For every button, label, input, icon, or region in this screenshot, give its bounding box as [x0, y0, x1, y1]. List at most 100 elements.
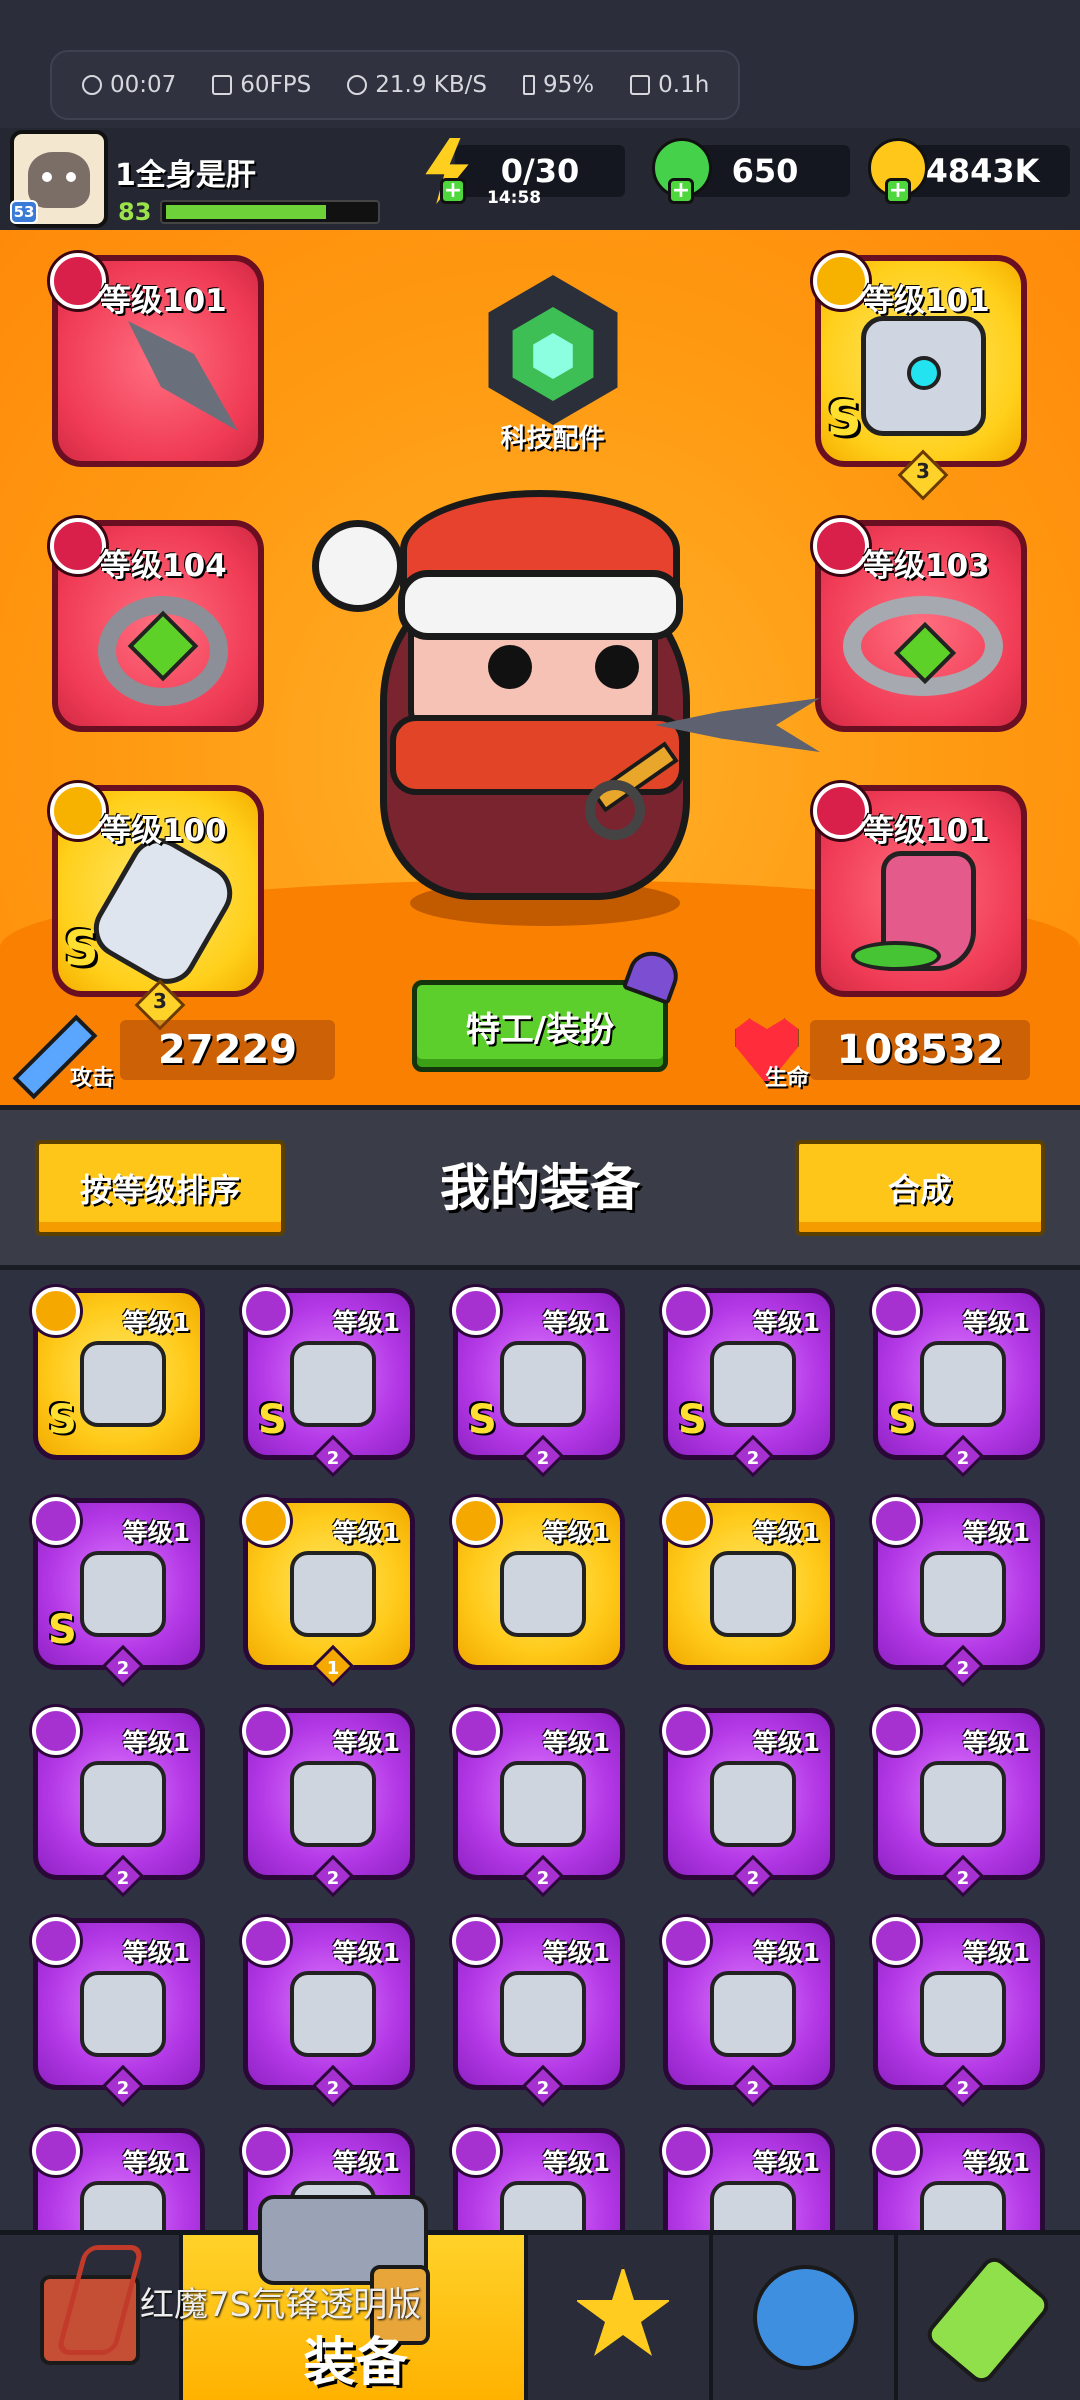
equipment-item[interactable]: 等级1 S 2 [32, 1497, 205, 1688]
merge-button[interactable]: 合成 [795, 1140, 1045, 1236]
item-level: 等级1 [122, 1308, 190, 1337]
item-category-icon [32, 1917, 80, 1965]
add-energy-button[interactable]: + [440, 178, 466, 204]
item-category-icon [452, 1707, 500, 1755]
equipment-item[interactable]: 等级1 [452, 1497, 625, 1670]
equipment-item[interactable]: 等级1 S 2 [452, 1287, 625, 1478]
equipment-item[interactable]: 等级1 2 [662, 1917, 835, 2108]
item-level: 等级1 [752, 2148, 820, 2177]
green-armor-icon [80, 1761, 166, 1847]
mech-armor-icon [80, 1341, 166, 1427]
equipment-grid[interactable]: 等级1 S 等级1 S 2 等级1 S 2 等级1 S 2 等级1 S 2 等级1 S 2 等级1 1 等级1 等级1 等… [0, 1270, 1080, 2230]
tech-armor-icon [920, 1761, 1006, 1847]
belt-icon [920, 1971, 1006, 2057]
item-category-icon [662, 2127, 710, 2175]
add-gold-button[interactable]: + [885, 178, 911, 204]
equipment-item[interactable]: 等级1 2 [872, 1497, 1045, 1688]
item-category-icon [32, 1497, 80, 1545]
equipment-item[interactable]: 等级1 S 2 [872, 1287, 1045, 1478]
item-category-icon [452, 1497, 500, 1545]
item-level: 等级1 [962, 1518, 1030, 1547]
glove-slot-level: 等级100 [100, 813, 227, 849]
weapon-category-icon [50, 253, 106, 309]
item-level: 等级1 [752, 1728, 820, 1757]
item-category-icon [872, 1497, 920, 1545]
equipment-item[interactable]: 等级1 [32, 2127, 205, 2230]
boots-icon [920, 1341, 1006, 1427]
item-category-icon [242, 1707, 290, 1755]
system-status-bar: 00:07 60FPS 21.9 KB/S 95% 0.1h [50, 50, 740, 120]
equipment-item[interactable]: 等级1 [872, 2127, 1045, 2230]
device-watermark: 红魔7S氘锋透明版 [140, 2285, 422, 2325]
belt-slot[interactable]: 等级103 [813, 518, 1027, 732]
equipment-item[interactable]: 等级1 2 [242, 1707, 415, 1898]
item-level: 等级1 [962, 1728, 1030, 1757]
equipment-item[interactable]: 等级1 2 [872, 1707, 1045, 1898]
sort-by-level-button[interactable]: 按等级排序 [35, 1140, 285, 1236]
ring-slot[interactable]: 等级104 [50, 518, 264, 732]
armor-slot-level: 等级101 [863, 283, 990, 319]
item-count: 2 [326, 1868, 340, 1889]
equipment-item[interactable]: 等级1 1 [242, 1497, 415, 1688]
boots-slot[interactable]: 等级101 [813, 783, 1027, 997]
item-count: 1 [326, 1658, 340, 1679]
add-gems-button[interactable]: + [668, 178, 694, 204]
duration-text: 0.1h [658, 72, 710, 98]
item-category-icon [662, 1497, 710, 1545]
boot-claw-icon [851, 941, 941, 971]
nav-tab-challenge[interactable] [528, 2235, 713, 2400]
agent-outfit-button[interactable]: 特工/装扮 [412, 980, 668, 1072]
equipment-item[interactable]: 等级1 2 [242, 1917, 415, 2108]
star-swords-icon [575, 2265, 671, 2356]
item-level: 等级1 [122, 1938, 190, 1967]
equipment-item[interactable]: 等级1 2 [872, 1917, 1045, 2108]
item-category-icon [242, 1917, 290, 1965]
kunai-icon [920, 1551, 1006, 1637]
item-category-icon [32, 2127, 80, 2175]
weapon-slot[interactable]: 等级101 [50, 253, 264, 467]
equipment-item[interactable]: 等级1 [662, 2127, 835, 2230]
item-s-rank: S [468, 1397, 497, 1443]
equipment-item[interactable]: 等级1 [452, 2127, 625, 2230]
nav-tab-evolve[interactable] [898, 2235, 1080, 2400]
equipment-item[interactable]: 等级1 2 [452, 1707, 625, 1898]
item-s-rank: S [678, 1397, 707, 1443]
item-count: 2 [956, 2078, 970, 2099]
item-count: 2 [116, 1658, 130, 1679]
stars-ball-icon [753, 2265, 858, 2370]
cat-face-icon [28, 152, 90, 208]
item-level: 等级1 [752, 1308, 820, 1337]
item-level: 等级1 [542, 1308, 610, 1337]
equipment-item[interactable]: 等级1 S 2 [242, 1287, 415, 1478]
equipment-item[interactable]: 等级1 S 2 [662, 1287, 835, 1478]
belt-icon [710, 1971, 796, 2057]
nav-equip-label: 装备 [303, 2333, 408, 2393]
item-category-icon [242, 2127, 290, 2175]
dna-icon [922, 2252, 1054, 2388]
equipment-item[interactable]: 等级1 2 [662, 1707, 835, 1898]
belt-slot-level: 等级103 [863, 548, 990, 584]
chest-armor-icon [500, 1761, 586, 1847]
cat-eye-icon [66, 172, 76, 182]
boots-category-icon [813, 783, 869, 839]
claw-glove-icon [500, 1551, 586, 1637]
equipment-item[interactable]: 等级1 2 [32, 1707, 205, 1898]
glove-slot[interactable]: 等级100 S 3 [50, 783, 264, 1031]
equipment-item[interactable]: 等级1 2 [32, 1917, 205, 2108]
equipment-item[interactable]: 等级1 [662, 1497, 835, 1670]
item-level: 等级1 [332, 1308, 400, 1337]
nav-tab-events[interactable] [713, 2235, 898, 2400]
armor-slot[interactable]: 等级101 S 3 [813, 253, 1027, 501]
equipment-item[interactable]: 等级1 S [32, 1287, 205, 1460]
fps-icon [212, 75, 233, 95]
item-count: 2 [956, 1868, 970, 1889]
item-count: 2 [116, 1868, 130, 1889]
dark-boots-icon [80, 1551, 166, 1637]
item-level: 等级1 [542, 1938, 610, 1967]
item-level: 等级1 [962, 2148, 1030, 2177]
equipment-item[interactable]: 等级1 2 [452, 1917, 625, 2108]
armor-s-rank: S [827, 391, 862, 447]
mech-armor-icon [500, 1341, 586, 1427]
item-category-icon [662, 1707, 710, 1755]
belt-icon [500, 1971, 586, 2057]
